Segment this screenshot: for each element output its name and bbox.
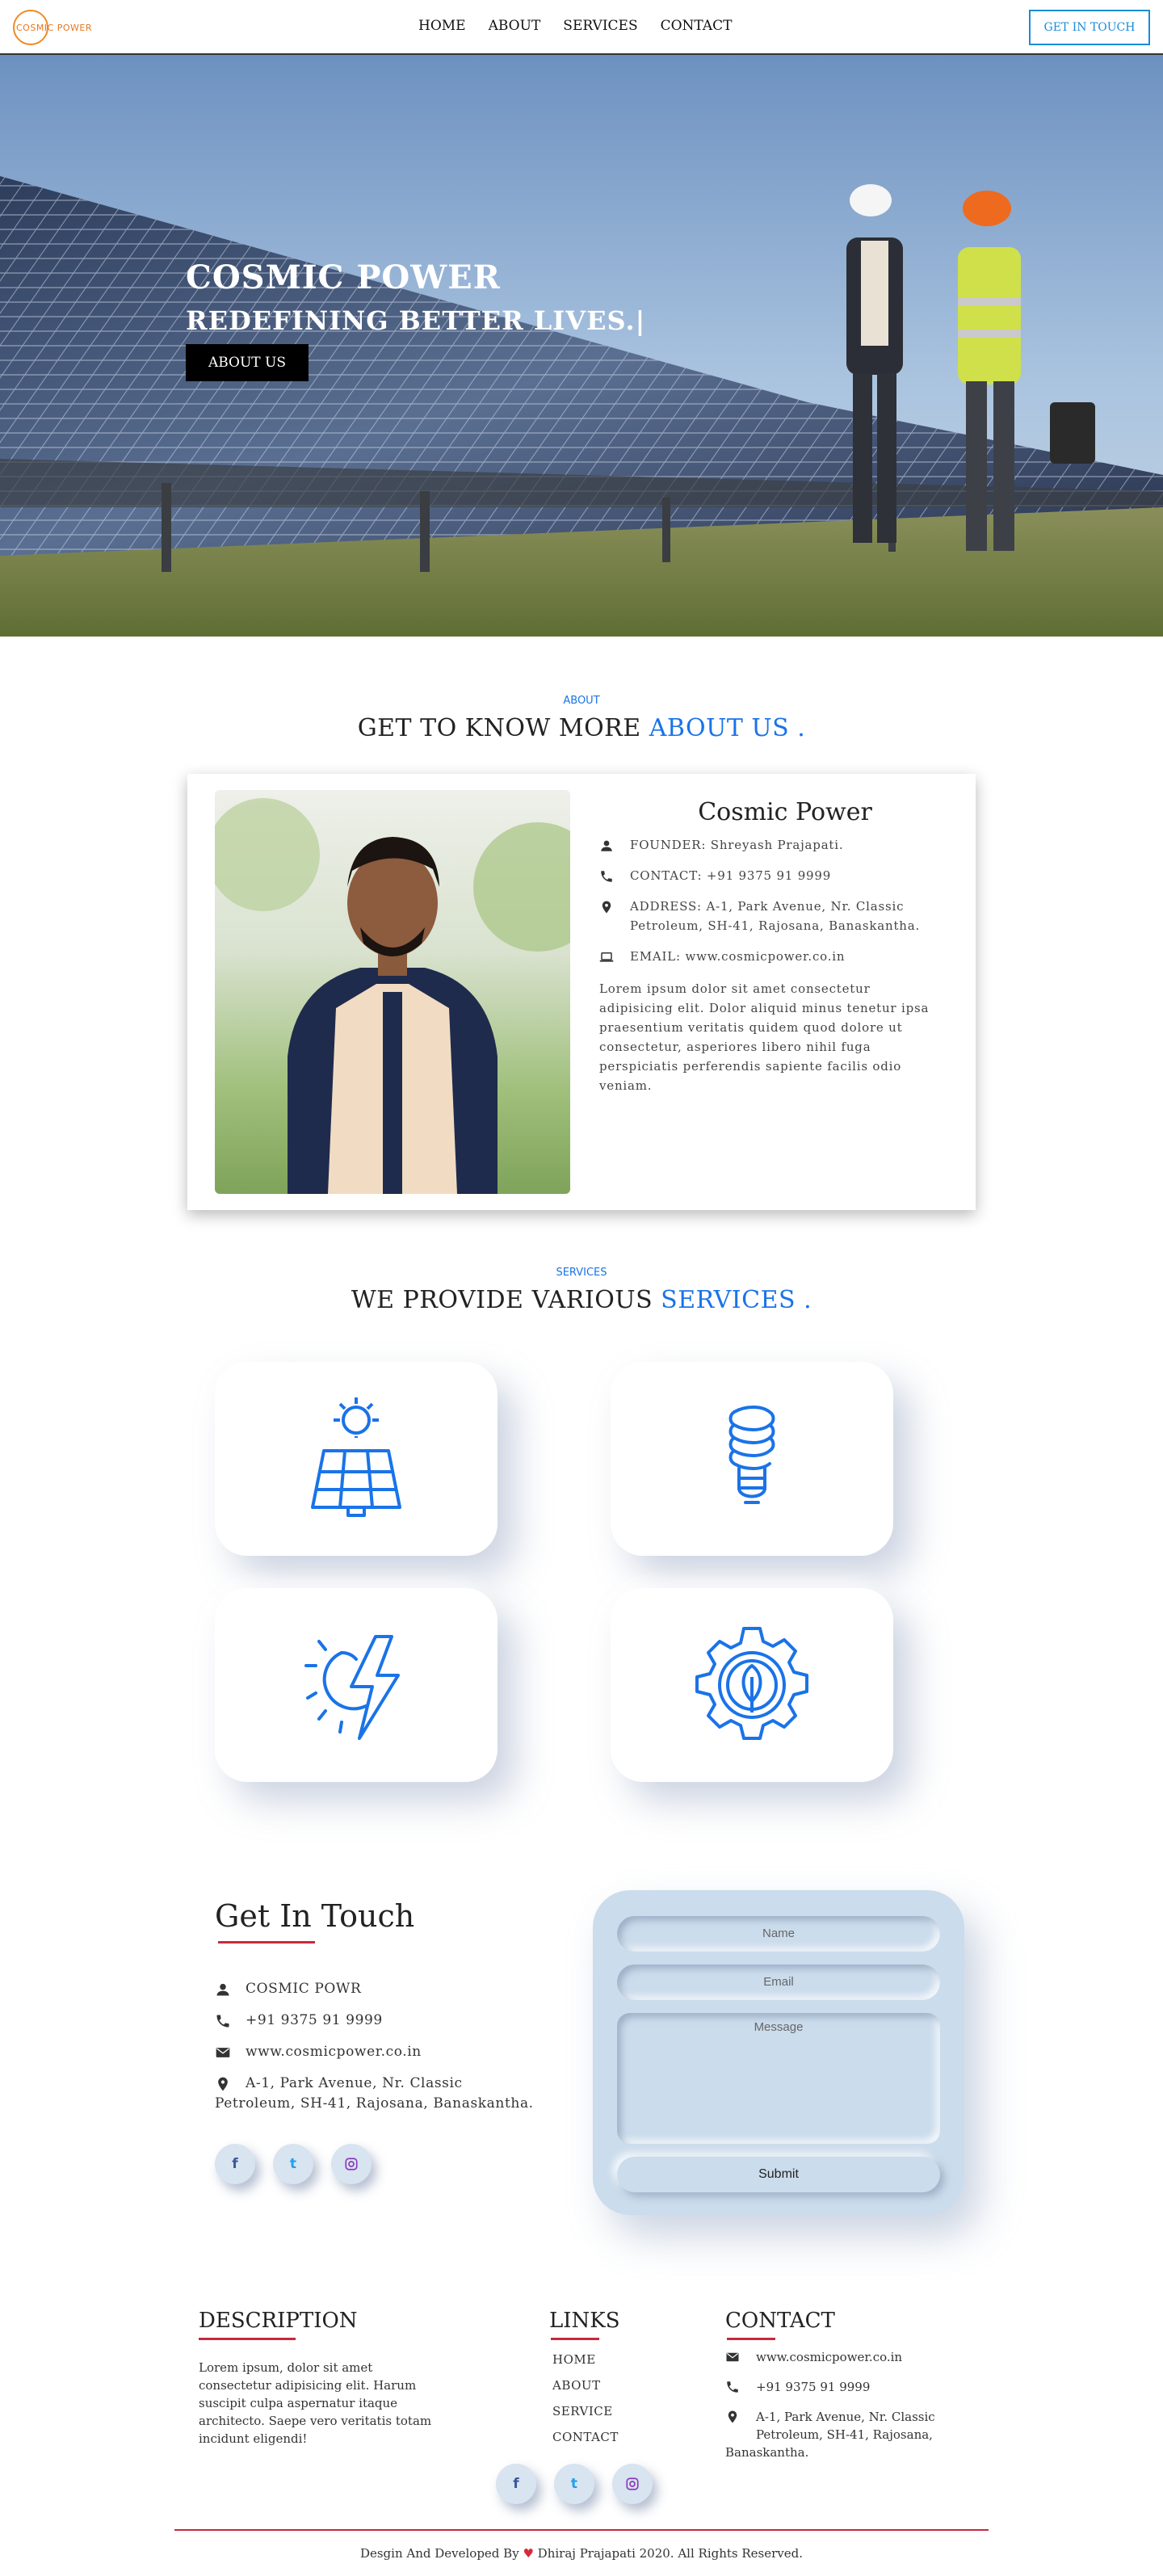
contact-address-row: A-1, Park Avenue, Nr. Classic Petroleum,… [215,2074,538,2114]
get-in-touch-button[interactable]: GET IN TOUCH [1029,10,1150,45]
energy-bolt-icon [304,1635,400,1740]
location-pin-icon [218,2077,228,2091]
service-card-solar[interactable] [215,1362,498,1556]
nav-about[interactable]: ABOUT [489,18,541,34]
address-text: ADDRESS: A-1, Park Avenue, Nr. Classic P… [630,899,921,933]
about-heading: GET TO KNOW MORE ABOUT US . [0,714,1163,742]
email-input[interactable]: Email [617,1965,940,2000]
footer-underline [727,2338,775,2340]
services-tag: SERVICES [556,1267,607,1279]
services-heading: WE PROVIDE VARIOUS SERVICES . [0,1286,1163,1314]
title-underline [218,1941,315,1944]
about-tag: ABOUT [563,695,600,707]
nav-links: HOME ABOUT SERVICES CONTACT [418,18,732,34]
person-icon [216,1983,229,1996]
instagram-icon[interactable] [331,2144,372,2184]
nav-home[interactable]: HOME [418,18,466,34]
eco-gear-icon [695,1627,808,1740]
twitter-icon[interactable]: t [554,2464,594,2504]
facebook-icon[interactable]: f [215,2144,255,2184]
get-in-touch-title: Get In Touch [215,1898,415,1934]
phone-icon [727,2381,738,2393]
services-heading-accent: SERVICES . [661,1286,812,1314]
light-bulb-icon [728,1406,775,1504]
about-heading-text: GET TO KNOW MORE [357,714,649,742]
mail-icon [216,2048,230,2057]
footer-link-about[interactable]: ABOUT [552,2378,601,2393]
nav-contact[interactable]: CONTACT [661,18,733,34]
solar-panel-icon [311,1397,401,1517]
footer-links-title: LINKS [549,2309,620,2333]
message-textarea[interactable]: Message [617,2013,940,2144]
contact-name: COSMIC POWR [246,1981,362,1997]
location-pin-icon [602,901,611,914]
laptop-icon [599,952,614,962]
footer-link-service[interactable]: SERVICE [552,2404,613,2418]
phone-icon [216,2015,229,2028]
facebook-icon[interactable]: f [496,2464,536,2504]
footer-description-title: DESCRIPTION [199,2309,358,2333]
heart-icon: ♥ [523,2546,534,2561]
footer-underline [199,2338,296,2340]
founder-text: FOUNDER: Shreyash Prajapati. [630,838,844,852]
navbar: COSMIC POWER HOME ABOUT SERVICES CONTACT… [0,0,1163,55]
footer-description: Lorem ipsum, dolor sit amet consectetur … [199,2360,432,2446]
services-heading-text: WE PROVIDE VARIOUS [351,1286,661,1314]
footer-divider [174,2529,989,2531]
about-us-button[interactable]: ABOUT US [186,344,309,381]
submit-button[interactable]: Submit [617,2157,940,2192]
service-card-energy[interactable] [215,1588,498,1782]
location-pin-icon [728,2410,737,2423]
email-text: EMAIL: www.cosmicpower.co.in [630,949,846,964]
phone-icon [601,871,612,882]
logo-text: COSMIC POWER [16,23,92,33]
founder-photo [215,790,570,1194]
person-icon [601,840,612,851]
footer-phone: +91 9375 91 9999 [756,2380,871,2394]
copyright-post: Dhiraj Prajapati 2020. All Rights Reserv… [533,2546,804,2561]
hero-subtitle: REDEFINING BETTER LIVES.| [186,305,646,336]
footer-address-line1: A-1, Park Avenue, Nr. Classic Petroleum,… [756,2410,935,2442]
contact-phone: +91 9375 91 9999 [246,2012,383,2028]
copyright-pre: Desgin And Developed By [359,2546,523,2561]
footer-link-home[interactable]: HOME [552,2352,596,2367]
copyright: Desgin And Developed By ♥ Dhiraj Prajapa… [0,2546,1163,2561]
contact-address: A-1, Park Avenue, Nr. Classic Petroleum,… [215,2075,534,2112]
footer-underline [551,2338,599,2340]
footer-address-line2: Banaskantha. [725,2445,809,2460]
instagram-icon[interactable] [612,2464,653,2504]
logo[interactable]: COSMIC POWER [13,10,94,45]
nav-services[interactable]: SERVICES [563,18,637,34]
mail-icon [726,2352,739,2362]
footer-contact-title: CONTACT [725,2309,835,2333]
contact-form: Name Email Message Submit [593,1890,964,2215]
service-card-bulb[interactable] [611,1362,893,1556]
about-card: Cosmic Power FOUNDER: Shreyash Prajapati… [187,774,976,1210]
name-input[interactable]: Name [617,1916,940,1952]
hero-title: COSMIC POWER [186,258,501,296]
company-name: Cosmic Power [698,798,872,826]
hero-banner: COSMIC POWER REDEFINING BETTER LIVES.| A… [0,55,1163,637]
service-card-eco[interactable] [611,1588,893,1782]
contact-text: CONTACT: +91 9375 91 9999 [630,868,832,883]
footer-link-contact[interactable]: CONTACT [552,2430,619,2444]
hero-solar-image [0,55,1163,637]
footer-email: www.cosmicpower.co.in [756,2350,903,2364]
twitter-icon[interactable]: t [273,2144,313,2184]
contact-email: www.cosmicpower.co.in [246,2044,422,2060]
about-paragraph: Lorem ipsum dolor sit amet consectetur a… [599,981,930,1093]
about-heading-accent: ABOUT US . [649,714,806,742]
